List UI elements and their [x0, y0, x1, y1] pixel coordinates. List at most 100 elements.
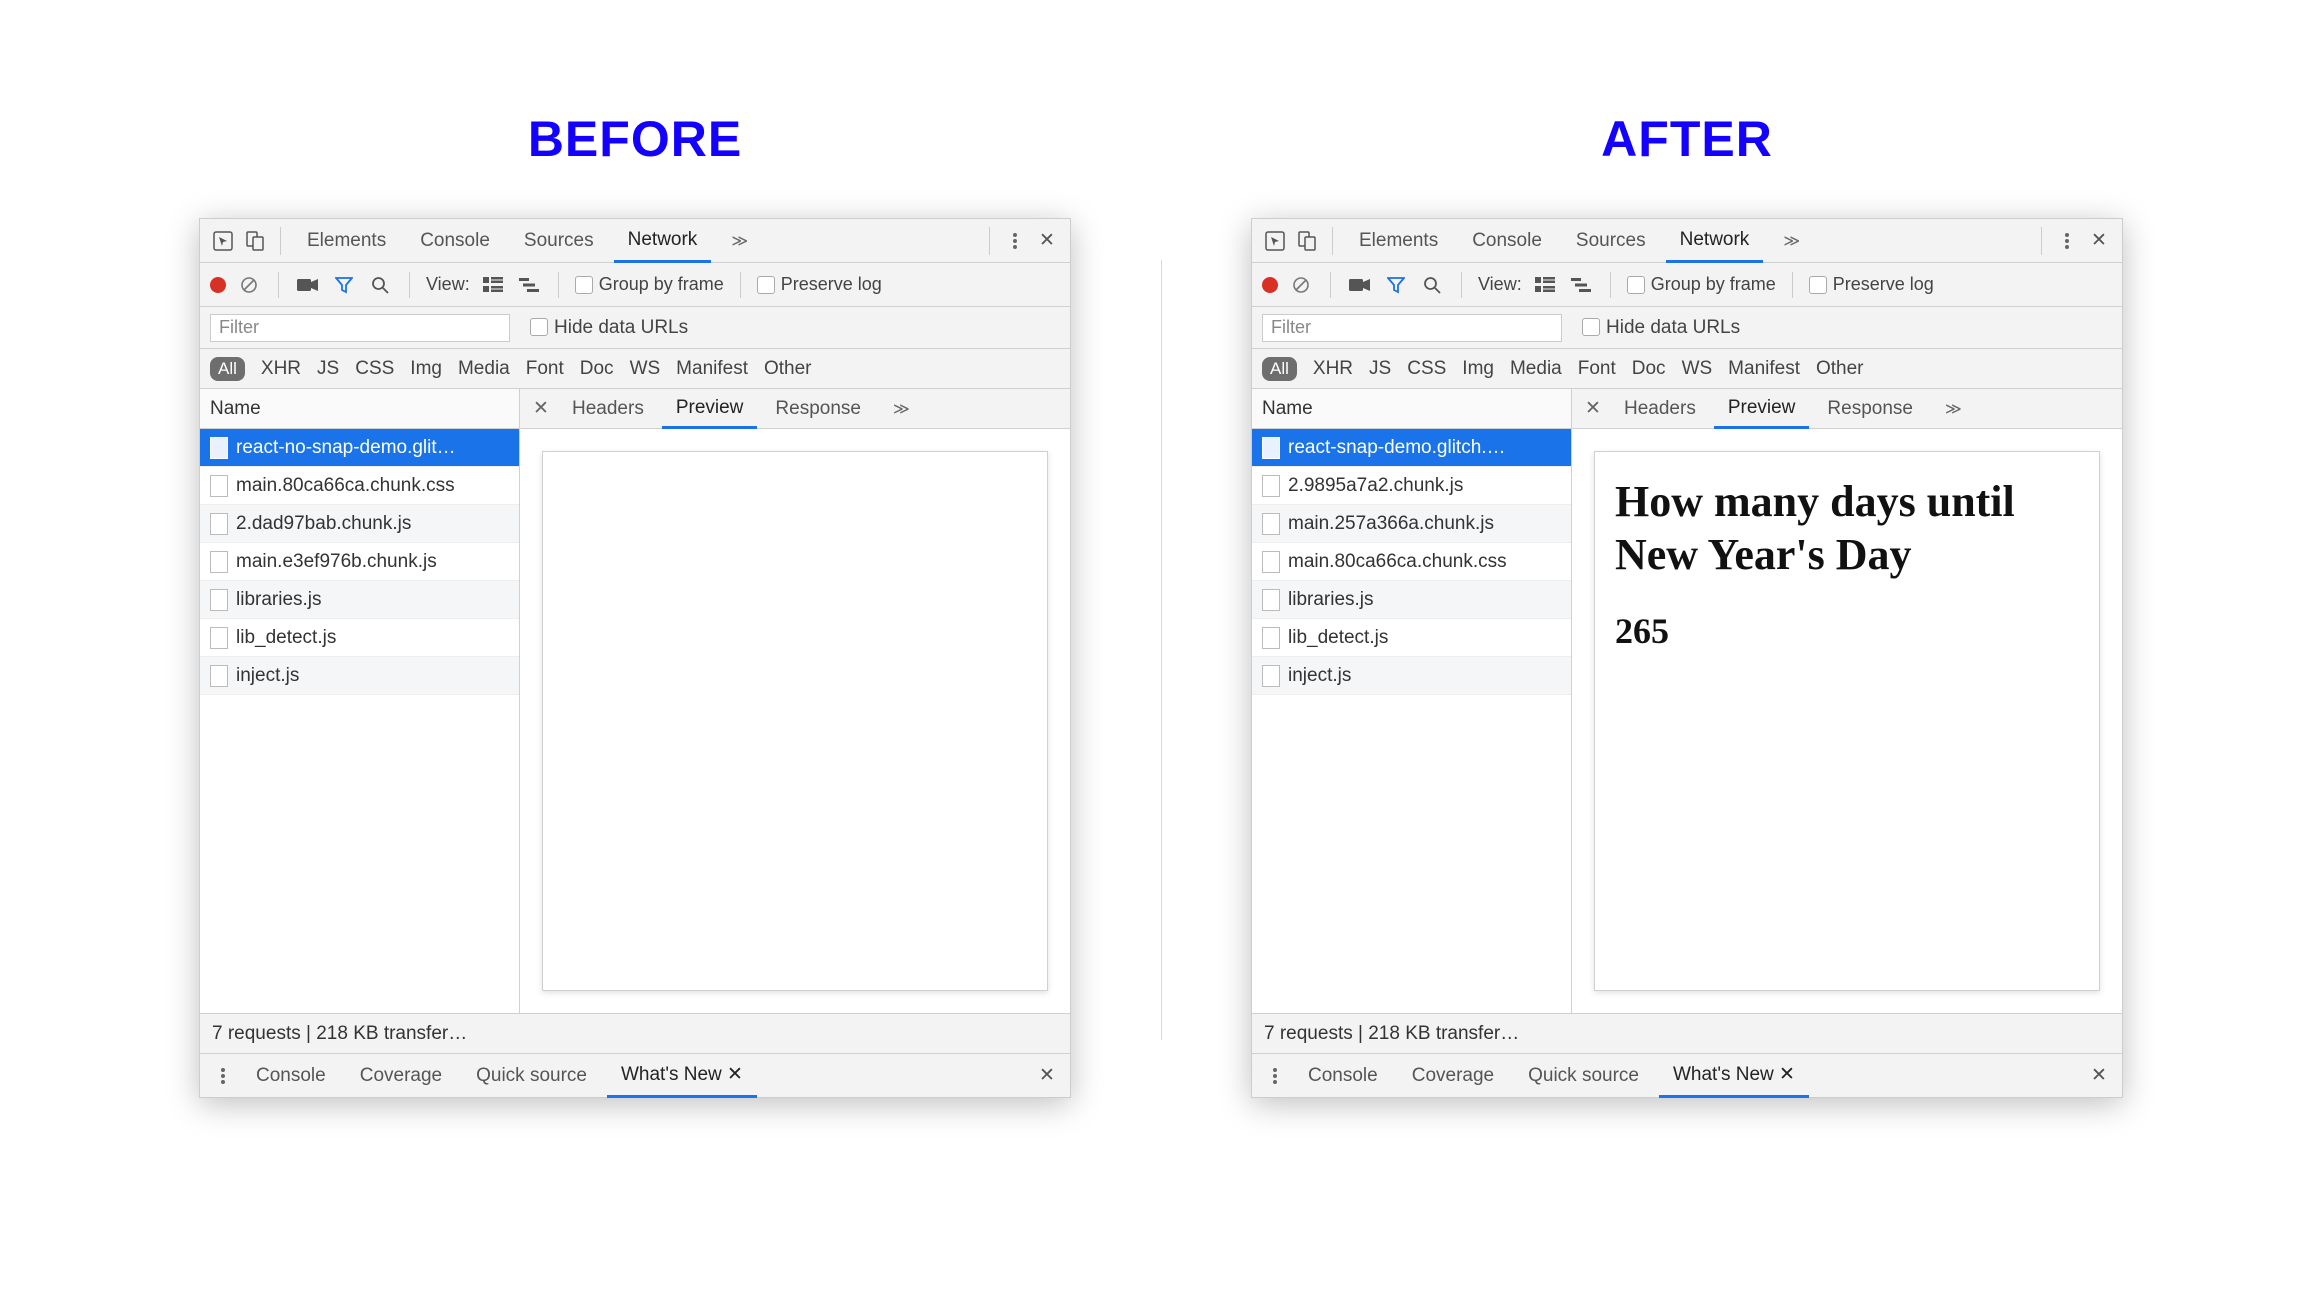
type-img[interactable]: Img [1462, 358, 1494, 380]
tab-elements[interactable]: Elements [293, 219, 400, 262]
request-row[interactable]: react-no-snap-demo.glit… [200, 429, 519, 467]
filter-input[interactable]: Filter [1262, 314, 1562, 342]
drawer-tab-quick-source[interactable]: Quick source [1514, 1054, 1653, 1097]
filter-icon[interactable] [1383, 272, 1409, 298]
detail-tab-response[interactable]: Response [761, 389, 875, 428]
kebab-menu-icon[interactable] [1262, 1063, 1288, 1089]
tab-elements[interactable]: Elements [1345, 219, 1452, 262]
tab-network[interactable]: Network [614, 220, 712, 263]
detail-tab-headers[interactable]: Headers [1610, 389, 1710, 428]
record-icon[interactable] [210, 277, 226, 293]
kebab-menu-icon[interactable] [210, 1063, 236, 1089]
type-img[interactable]: Img [410, 358, 442, 380]
close-drawer-icon[interactable]: ✕ [1034, 1063, 1060, 1089]
column-name[interactable]: Name [1252, 389, 1571, 429]
device-toolbar-icon[interactable] [1294, 228, 1320, 254]
request-row[interactable]: libraries.js [1252, 581, 1571, 619]
clear-icon[interactable] [236, 272, 262, 298]
type-media[interactable]: Media [458, 358, 510, 380]
preserve-log-checkbox[interactable]: Preserve log [1809, 274, 1934, 295]
type-ws[interactable]: WS [630, 358, 661, 380]
more-detail-tabs-icon[interactable]: ≫ [879, 389, 922, 428]
clear-icon[interactable] [1288, 272, 1314, 298]
tab-sources[interactable]: Sources [1562, 219, 1660, 262]
request-row[interactable]: 2.9895a7a2.chunk.js [1252, 467, 1571, 505]
type-manifest[interactable]: Manifest [676, 358, 748, 380]
type-xhr[interactable]: XHR [1313, 358, 1353, 380]
request-row[interactable]: main.e3ef976b.chunk.js [200, 543, 519, 581]
request-row[interactable]: inject.js [1252, 657, 1571, 695]
type-doc[interactable]: Doc [580, 358, 614, 380]
type-all[interactable]: All [210, 357, 245, 381]
type-css[interactable]: CSS [1407, 358, 1446, 380]
tab-console[interactable]: Console [1458, 219, 1556, 262]
drawer-tab-coverage[interactable]: Coverage [346, 1054, 456, 1097]
filter-icon[interactable] [331, 272, 357, 298]
request-row[interactable]: lib_detect.js [200, 619, 519, 657]
request-row[interactable]: libraries.js [200, 581, 519, 619]
search-icon[interactable] [1419, 272, 1445, 298]
device-toolbar-icon[interactable] [242, 228, 268, 254]
request-row[interactable]: react-snap-demo.glitch.… [1252, 429, 1571, 467]
tab-sources[interactable]: Sources [510, 219, 608, 262]
request-row[interactable]: main.80ca66ca.chunk.css [1252, 543, 1571, 581]
tab-network[interactable]: Network [1666, 220, 1764, 263]
detail-tab-response[interactable]: Response [1813, 389, 1927, 428]
kebab-menu-icon[interactable] [2054, 228, 2080, 254]
close-detail-icon[interactable]: ✕ [528, 397, 554, 420]
request-row[interactable]: lib_detect.js [1252, 619, 1571, 657]
close-devtools-icon[interactable]: ✕ [1034, 228, 1060, 254]
kebab-menu-icon[interactable] [1002, 228, 1028, 254]
inspect-icon[interactable] [210, 228, 236, 254]
waterfall-icon[interactable] [1568, 272, 1594, 298]
more-tabs-icon[interactable]: ≫ [1769, 219, 1812, 262]
tab-console[interactable]: Console [406, 219, 504, 262]
waterfall-icon[interactable] [516, 272, 542, 298]
column-name[interactable]: Name [200, 389, 519, 429]
close-drawer-icon[interactable]: ✕ [2086, 1063, 2112, 1089]
large-rows-icon[interactable] [480, 272, 506, 298]
request-row[interactable]: 2.dad97bab.chunk.js [200, 505, 519, 543]
request-row[interactable]: inject.js [200, 657, 519, 695]
type-all[interactable]: All [1262, 357, 1297, 381]
type-doc[interactable]: Doc [1632, 358, 1666, 380]
drawer-tab-coverage[interactable]: Coverage [1398, 1054, 1508, 1097]
camera-icon[interactable] [295, 272, 321, 298]
detail-tab-preview[interactable]: Preview [1714, 390, 1810, 429]
drawer-tab-console[interactable]: Console [242, 1054, 340, 1097]
drawer-tab-whats-new[interactable]: What's New ✕ [1659, 1055, 1809, 1098]
type-css[interactable]: CSS [355, 358, 394, 380]
more-detail-tabs-icon[interactable]: ≫ [1931, 389, 1974, 428]
type-font[interactable]: Font [526, 358, 564, 380]
more-tabs-icon[interactable]: ≫ [717, 219, 760, 262]
type-xhr[interactable]: XHR [261, 358, 301, 380]
large-rows-icon[interactable] [1532, 272, 1558, 298]
detail-tab-preview[interactable]: Preview [662, 390, 758, 429]
preserve-log-checkbox[interactable]: Preserve log [757, 274, 882, 295]
type-other[interactable]: Other [1816, 358, 1864, 380]
type-font[interactable]: Font [1578, 358, 1616, 380]
close-devtools-icon[interactable]: ✕ [2086, 228, 2112, 254]
type-js[interactable]: JS [1369, 358, 1391, 380]
hide-data-urls-checkbox[interactable]: Hide data URLs [1582, 317, 1740, 339]
tab-close-icon[interactable]: ✕ [727, 1063, 743, 1086]
group-by-frame-checkbox[interactable]: Group by frame [575, 274, 724, 295]
request-row[interactable]: main.80ca66ca.chunk.css [200, 467, 519, 505]
type-ws[interactable]: WS [1682, 358, 1713, 380]
request-row[interactable]: main.257a366a.chunk.js [1252, 505, 1571, 543]
drawer-tab-console[interactable]: Console [1294, 1054, 1392, 1097]
type-media[interactable]: Media [1510, 358, 1562, 380]
close-detail-icon[interactable]: ✕ [1580, 397, 1606, 420]
hide-data-urls-checkbox[interactable]: Hide data URLs [530, 317, 688, 339]
type-other[interactable]: Other [764, 358, 812, 380]
tab-close-icon[interactable]: ✕ [1779, 1063, 1795, 1086]
group-by-frame-checkbox[interactable]: Group by frame [1627, 274, 1776, 295]
search-icon[interactable] [367, 272, 393, 298]
drawer-tab-whats-new[interactable]: What's New ✕ [607, 1055, 757, 1098]
type-manifest[interactable]: Manifest [1728, 358, 1800, 380]
drawer-tab-quick-source[interactable]: Quick source [462, 1054, 601, 1097]
type-js[interactable]: JS [317, 358, 339, 380]
filter-input[interactable]: Filter [210, 314, 510, 342]
record-icon[interactable] [1262, 277, 1278, 293]
inspect-icon[interactable] [1262, 228, 1288, 254]
